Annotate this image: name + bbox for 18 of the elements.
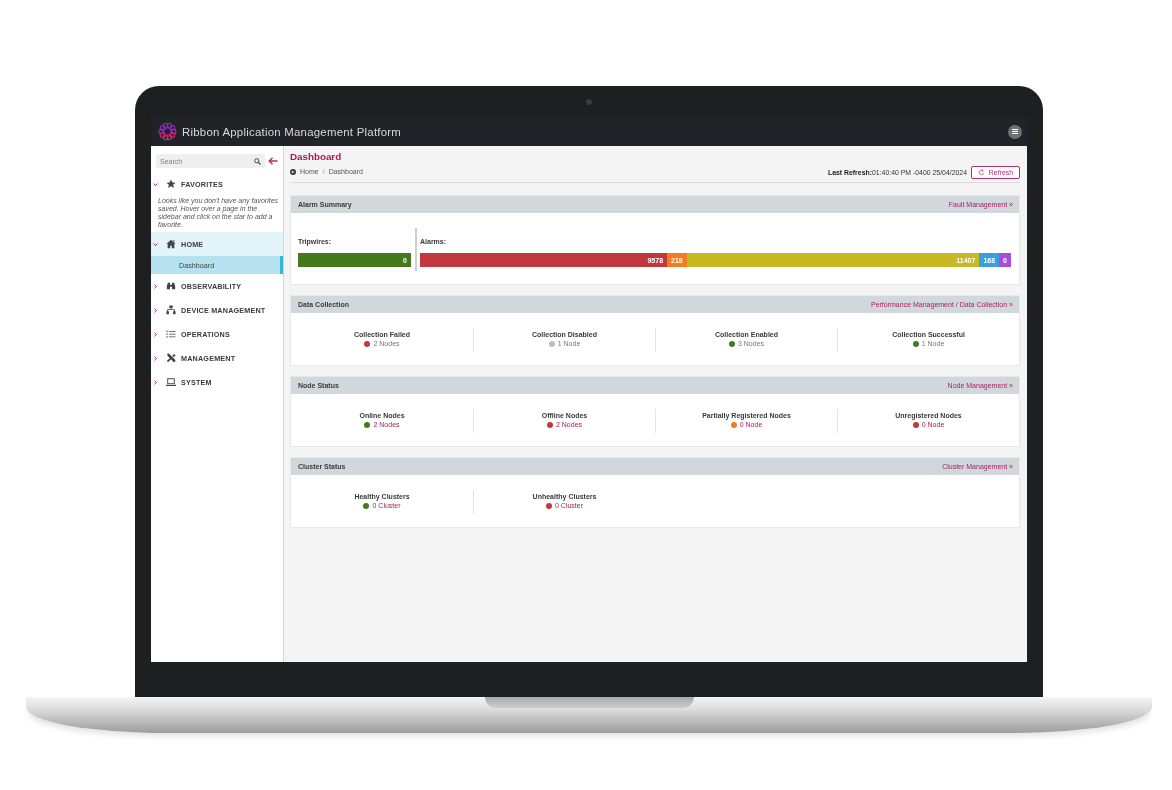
app-title: Ribbon Application Management Platform: [182, 125, 402, 138]
refresh-icon: [977, 169, 985, 176]
logo-icon: [158, 122, 177, 141]
laptop-icon: [166, 377, 176, 387]
collapse-sidebar-button[interactable]: [268, 157, 278, 165]
tools-icon: [166, 353, 176, 363]
list-icon: [166, 329, 176, 339]
menu-button[interactable]: [1008, 124, 1022, 139]
arrow-circle-left-icon[interactable]: [290, 168, 296, 175]
webcam-icon: [586, 99, 592, 105]
network-icon: [166, 305, 176, 315]
search-icon: [254, 157, 261, 165]
page-title: Dashboard: [290, 151, 343, 163]
arrow-left-icon: [268, 157, 278, 165]
binoculars-icon: [166, 281, 176, 291]
home-icon: [166, 239, 176, 249]
menu-icon: [1012, 129, 1018, 134]
star-icon: [166, 179, 176, 189]
